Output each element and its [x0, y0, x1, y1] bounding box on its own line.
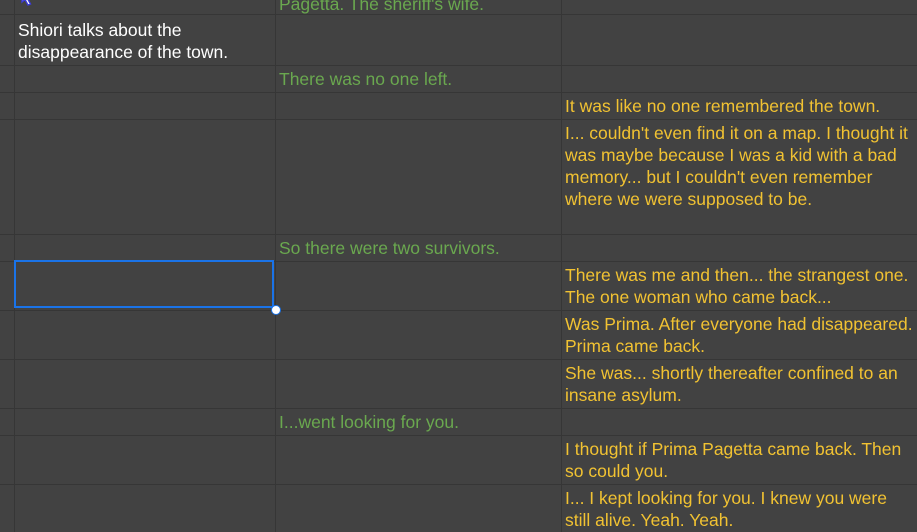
- cell-c8[interactable]: Was Prima. After everyone had disappeare…: [565, 313, 917, 357]
- cell-c12[interactable]: I... I kept looking for you. I knew you …: [565, 487, 917, 531]
- gridline: [0, 484, 917, 485]
- gridline: [0, 119, 917, 120]
- cell-c11[interactable]: I thought if Prima Pagetta came back. Th…: [565, 438, 917, 482]
- gridline: [275, 0, 276, 532]
- cell-a2[interactable]: Shiori talks about the disappearance of …: [18, 19, 268, 63]
- spreadsheet-grid[interactable]: Pagetta. The sheriff's wife. Shiori talk…: [0, 0, 917, 532]
- cell-c5[interactable]: I... couldn't even find it on a map. I t…: [565, 122, 917, 210]
- cell-c4[interactable]: It was like no one remembered the town.: [565, 95, 917, 117]
- cell-b6[interactable]: So there were two survivors.: [279, 237, 564, 259]
- gridline: [0, 310, 917, 311]
- fill-handle[interactable]: [271, 305, 281, 315]
- mouse-pointer-icon: [21, 0, 32, 6]
- cell-b3[interactable]: There was no one left.: [279, 68, 564, 90]
- gridline: [0, 435, 917, 436]
- selected-cell[interactable]: [14, 260, 274, 308]
- gridline: [0, 408, 917, 409]
- cell-c9[interactable]: She was... shortly thereafter confined t…: [565, 362, 917, 406]
- gridline: [0, 359, 917, 360]
- cell-c7[interactable]: There was me and then... the strangest o…: [565, 264, 917, 308]
- cell-b1[interactable]: Pagetta. The sheriff's wife.: [279, 0, 564, 15]
- gridline: [0, 65, 917, 66]
- cell-b10[interactable]: I...went looking for you.: [279, 411, 564, 433]
- gridline: [0, 92, 917, 93]
- gridline: [0, 234, 917, 235]
